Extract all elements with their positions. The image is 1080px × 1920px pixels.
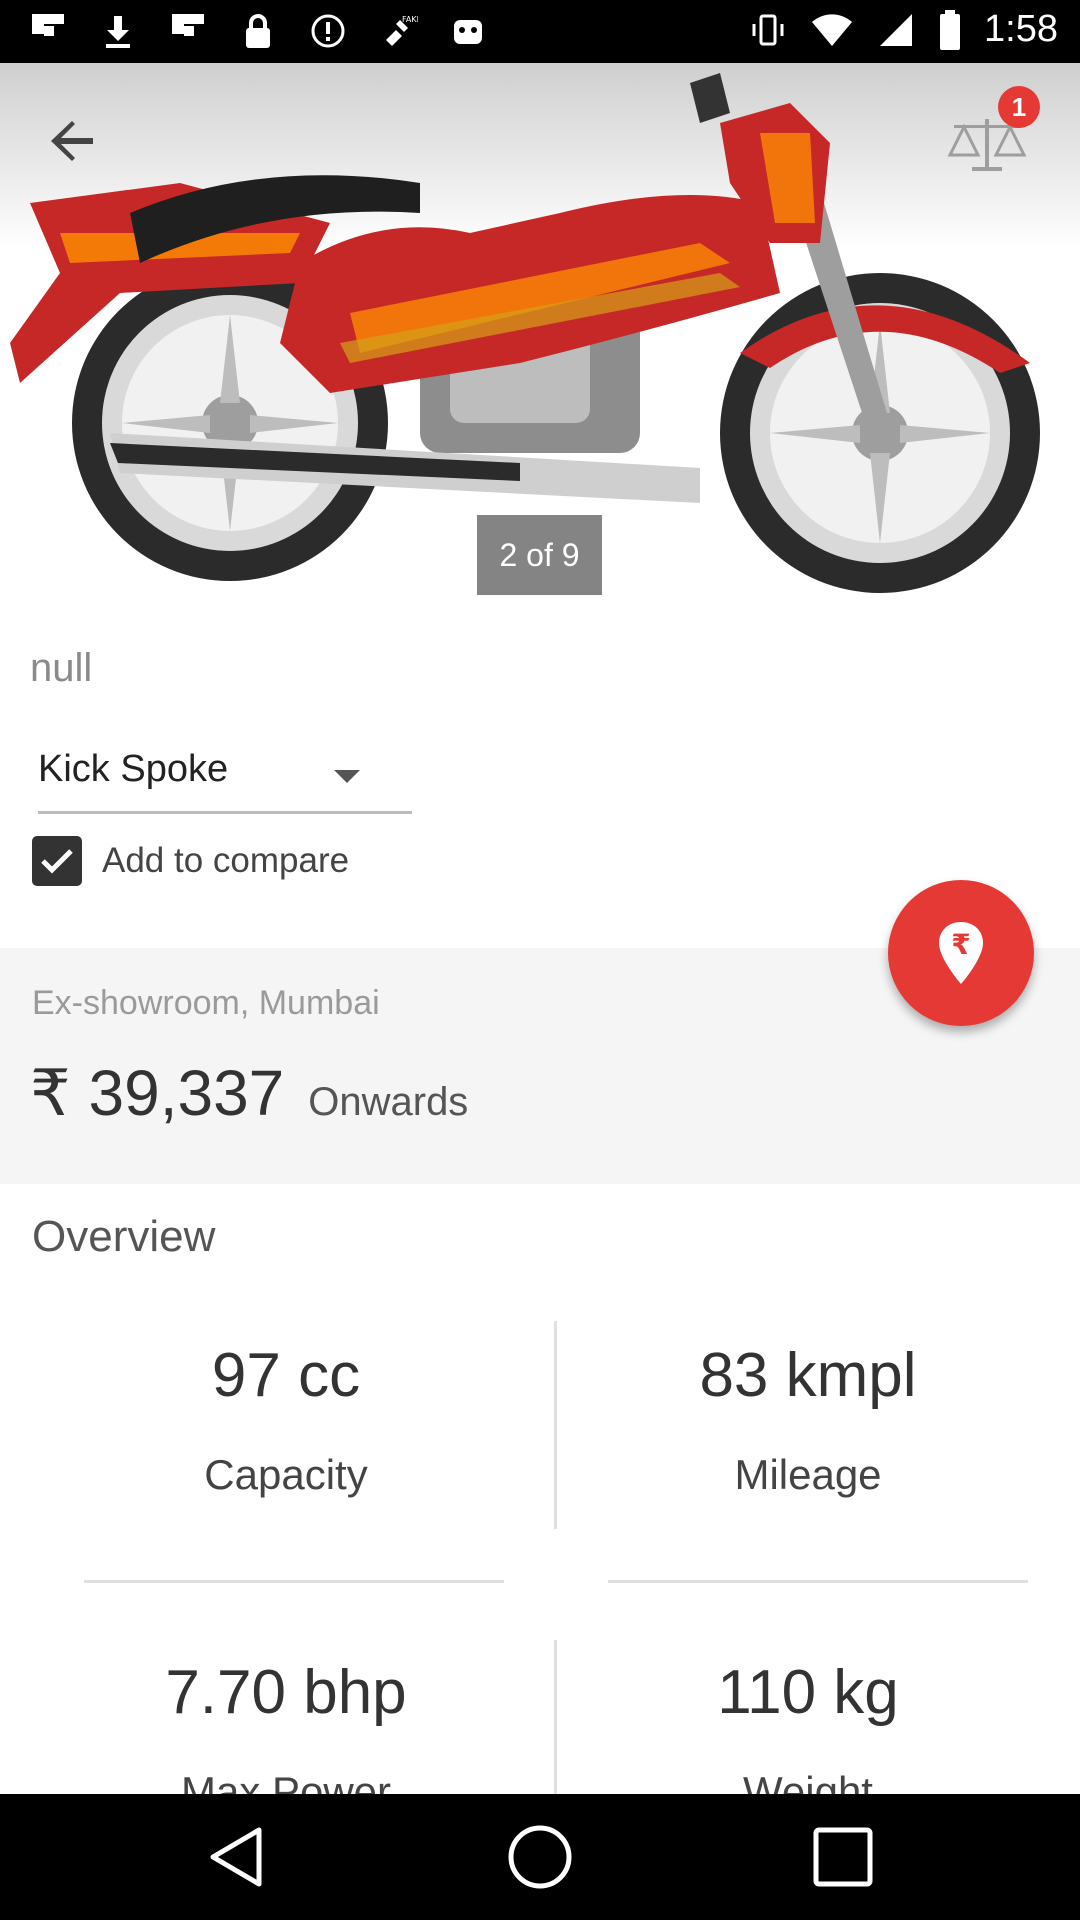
chevron-down-icon [334,770,360,783]
satellite-icon: FAKE [386,15,418,46]
checkmark-icon [41,849,73,874]
system-navigation-bar [0,1794,1080,1920]
nav-back-button[interactable] [203,1822,273,1892]
compare-count-badge: 1 [998,86,1040,128]
notification-icons: FAKE [28,12,488,50]
signal-icon [880,13,913,46]
svg-text:FAKE: FAKE [402,15,418,24]
spec-capacity: 97 cc Capacity [16,1340,556,1499]
flipboard-icon [172,14,204,36]
vibrate-icon [752,14,784,45]
model-name: null [30,646,93,690]
spec-label: Capacity [204,1451,368,1498]
battery-icon [940,9,961,50]
spec-max-power: 7.70 bhp Max Power [16,1657,556,1816]
circle-home-icon [508,1825,572,1889]
alert-icon [311,14,345,48]
spec-value: 110 kg [717,1658,899,1727]
price-row: ₹ 39,337 Onwards [30,1056,468,1131]
variant-dropdown[interactable]: Kick Spoke [38,740,412,814]
checkbox-checked[interactable] [32,836,82,886]
spec-weight: 110 kg Weight [538,1657,1078,1816]
svg-text:₹: ₹ [951,928,970,961]
flipboard-icon [32,14,64,36]
triangle-back-icon [210,1827,262,1887]
download-icon [106,16,130,48]
overview-heading: Overview [32,1212,216,1261]
status-bar: FAKE 1:58 [0,0,1080,63]
spec-value: 7.70 bhp [165,1658,407,1727]
arrow-left-icon [51,121,93,161]
price-amount: ₹ 39,337 [30,1057,285,1129]
spec-divider-horizontal [84,1580,504,1583]
android-icon [454,20,482,44]
lock-icon [246,14,270,48]
product-image-carousel[interactable]: 1 2 of 9 [0,63,1080,596]
spec-mileage: 83 kmpl Mileage [538,1340,1078,1499]
add-to-compare-label: Add to compare [102,841,350,880]
variant-selected-value: Kick Spoke [38,748,229,790]
clock: 1:58 [984,8,1058,50]
spec-value: 83 kmpl [699,1341,917,1410]
location-rupee-icon: ₹ [939,922,983,984]
image-page-indicator: 2 of 9 [477,515,602,595]
nav-home-button[interactable] [505,1822,575,1892]
back-button[interactable] [40,108,106,174]
square-recents-icon [813,1827,873,1887]
spec-divider-vertical [554,1640,557,1794]
spec-divider-vertical [554,1321,557,1529]
on-road-price-button[interactable]: ₹ [888,880,1034,1026]
price-location: Ex-showroom, Mumbai [32,984,380,1022]
spec-value: 97 cc [211,1341,361,1410]
wifi-icon [812,13,853,46]
price-suffix: Onwards [308,1080,469,1124]
spec-divider-horizontal [608,1580,1028,1583]
spec-label: Mileage [734,1451,882,1498]
system-status: 1:58 [748,8,1058,51]
nav-recents-button[interactable] [808,1822,878,1892]
add-to-compare-checkbox[interactable]: Add to compare [32,836,349,886]
